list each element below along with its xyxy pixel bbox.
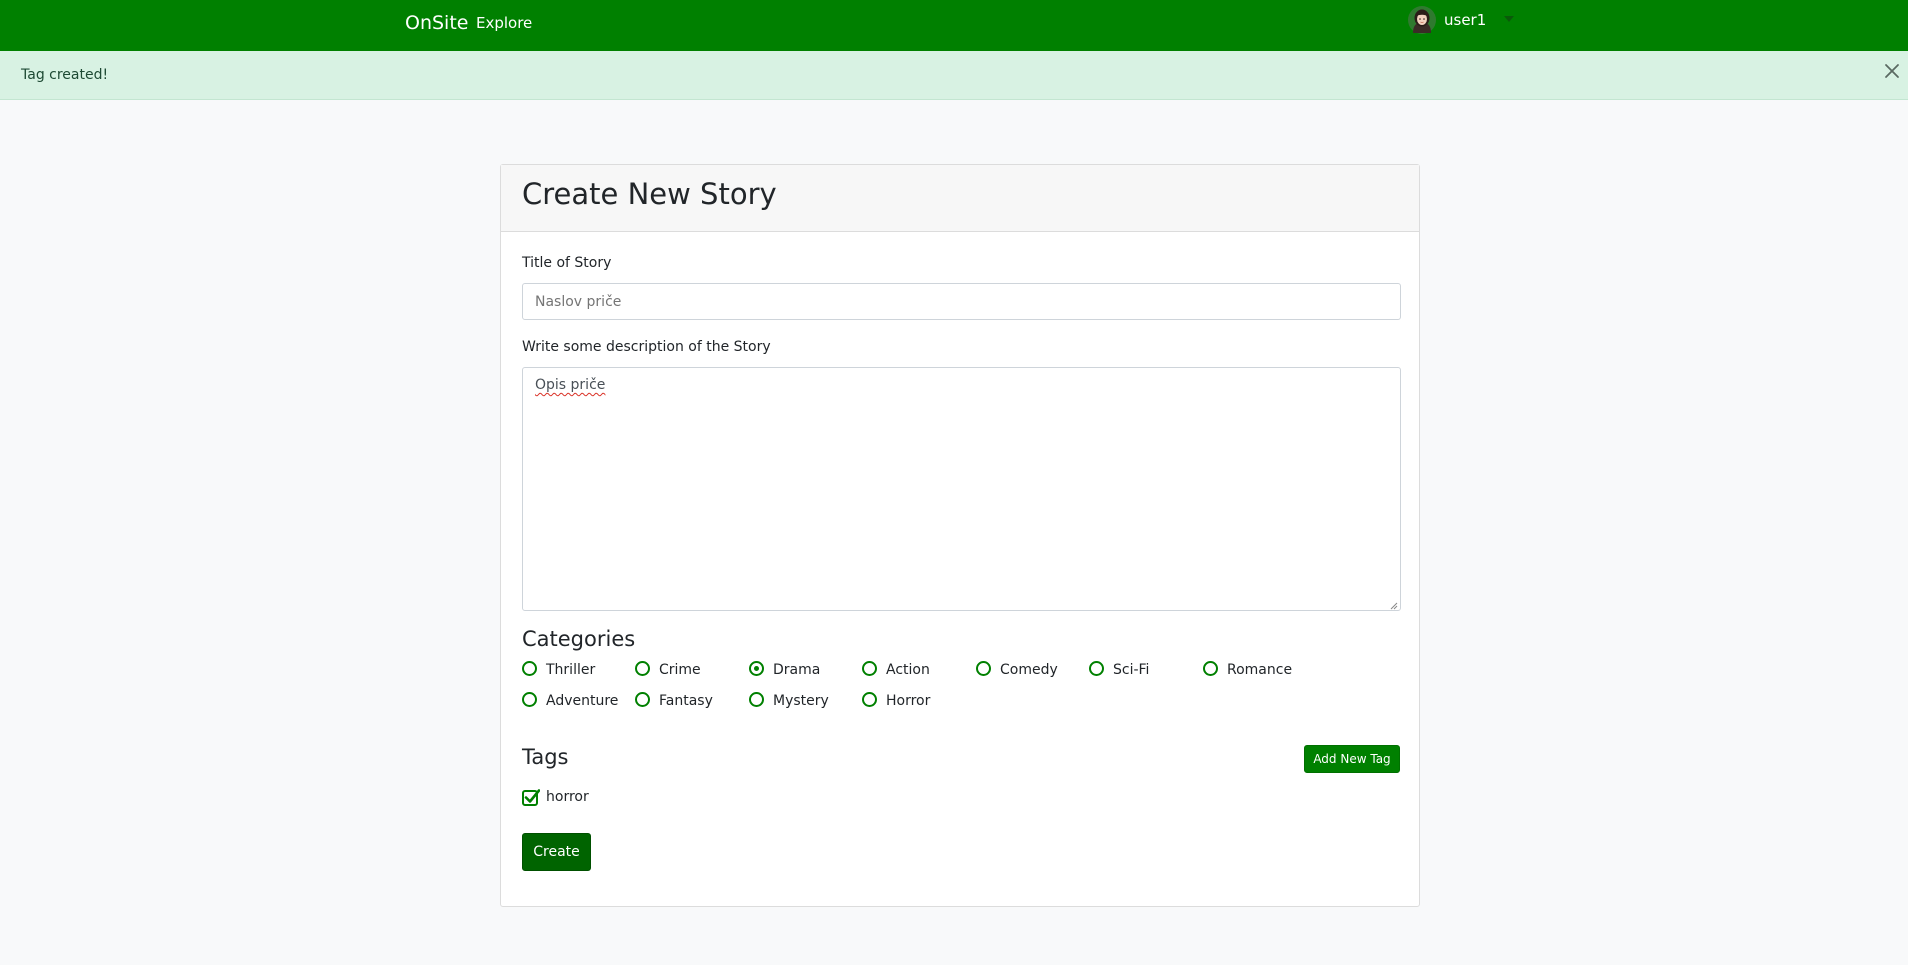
category-radio-fantasy[interactable]: Fantasy (635, 691, 713, 709)
add-new-tag-button[interactable]: Add New Tag (1304, 745, 1400, 773)
category-radio-horror[interactable]: Horror (862, 691, 931, 709)
woman-avatar-icon (1408, 6, 1436, 34)
category-label: Romance (1227, 662, 1293, 678)
alert-message: Tag created! (21, 67, 109, 83)
navbar: OnSite Explore user1 (0, 0, 1908, 51)
radio-circle (976, 660, 991, 676)
category-radio-comedy[interactable]: Comedy (976, 660, 1058, 678)
resize-grip-icon[interactable] (1388, 598, 1398, 610)
radio-circle-checked (749, 660, 764, 676)
card-header: Create New Story (501, 165, 1419, 232)
category-radio-action[interactable]: Action (862, 660, 930, 678)
user-menu[interactable]: user1 (1408, 5, 1515, 35)
radio-circle (522, 660, 537, 676)
radio-circle (862, 660, 877, 676)
brand-link[interactable]: OnSite (405, 12, 468, 34)
category-radio-mystery[interactable]: Mystery (749, 691, 829, 709)
category-label: Thriller (546, 662, 596, 678)
tag-checkbox-horror[interactable]: horror (522, 788, 589, 806)
category-label: Drama (773, 662, 821, 678)
create-story-card: Create New Story Title of Story Write so… (500, 164, 1420, 907)
close-icon[interactable] (1881, 60, 1903, 82)
radio-circle (635, 660, 650, 676)
story-title-input[interactable] (522, 283, 1401, 320)
radio-circle (1203, 660, 1218, 676)
radio-circle (749, 691, 764, 707)
category-label: Mystery (773, 693, 829, 709)
radio-circle (862, 691, 877, 707)
category-radio-sci-fi[interactable]: Sci-Fi (1089, 660, 1150, 678)
checkbox-checked-icon (522, 788, 541, 806)
category-label: Comedy (1000, 662, 1058, 678)
category-radio-drama[interactable]: Drama (749, 660, 821, 678)
success-alert: Tag created! (0, 51, 1908, 100)
category-radio-romance[interactable]: Romance (1203, 660, 1293, 678)
story-title-label: Title of Story (522, 255, 612, 271)
nav-link-explore[interactable]: Explore (476, 14, 532, 32)
categories-heading: Categories (522, 627, 636, 651)
tags-heading: Tags (522, 745, 569, 769)
category-label: Crime (659, 662, 701, 678)
page-title: Create New Story (522, 177, 777, 211)
category-label: Fantasy (659, 693, 713, 709)
category-label: Sci-Fi (1113, 662, 1150, 678)
category-label: Adventure (546, 693, 619, 709)
tag-label: horror (546, 789, 589, 805)
radio-circle (635, 691, 650, 707)
description-textarea[interactable]: Opis priče (522, 367, 1401, 611)
category-radio-crime[interactable]: Crime (635, 660, 701, 678)
user-name: user1 (1444, 11, 1487, 29)
category-label: Action (886, 662, 930, 678)
caret-down-icon (1504, 15, 1515, 26)
category-radio-adventure[interactable]: Adventure (522, 691, 619, 709)
radio-circle (522, 691, 537, 707)
description-text: Opis priče (535, 377, 606, 393)
description-label: Write some description of the Story (522, 339, 771, 355)
category-radio-thriller[interactable]: Thriller (522, 660, 596, 678)
radio-circle (1089, 660, 1104, 676)
category-label: Horror (886, 693, 931, 709)
create-button[interactable]: Create (522, 833, 591, 871)
